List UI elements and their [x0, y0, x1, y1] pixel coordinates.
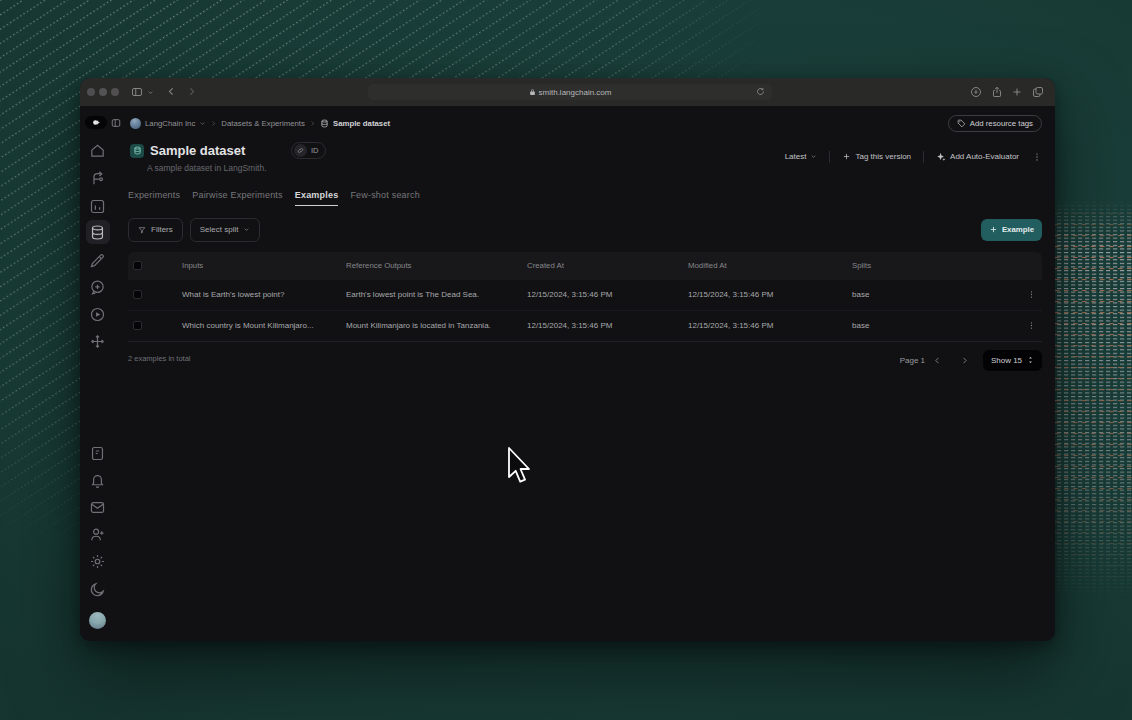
breadcrumb-separator-icon — [210, 120, 217, 127]
app-content: LangChain Inc Datasets & Experiments — [80, 106, 1055, 641]
dataset-id-pill[interactable]: ID — [291, 142, 326, 159]
breadcrumb: LangChain Inc Datasets & Experiments — [128, 115, 1042, 132]
refresh-icon[interactable] — [756, 87, 765, 96]
breadcrumb-section[interactable]: Datasets & Experiments — [221, 119, 305, 128]
col-inputs[interactable]: Inputs — [182, 261, 346, 270]
select-split-dropdown[interactable]: Select split — [190, 218, 261, 242]
share-icon[interactable] — [991, 86, 1003, 98]
cell-splits: base — [852, 290, 869, 299]
url-text: smith.langchain.com — [539, 88, 612, 97]
sidebar-item-docs[interactable] — [89, 445, 106, 462]
forward-button[interactable] — [186, 86, 197, 97]
lock-icon — [529, 88, 536, 96]
sidebar-toggle-icon[interactable] — [131, 86, 143, 98]
sidebar-item-invite[interactable] — [89, 526, 106, 543]
page-title: Sample dataset — [150, 143, 245, 158]
sidebar-item-deployments[interactable] — [89, 333, 106, 350]
sidebar-item-settings[interactable] — [89, 553, 106, 570]
col-modified-at[interactable]: Modified At — [688, 261, 852, 270]
breadcrumb-separator-icon — [309, 120, 316, 127]
cell-splits: base — [852, 321, 869, 330]
window-zoom-button[interactable] — [111, 88, 119, 96]
sidebar-item-home[interactable] — [89, 142, 106, 159]
org-chevron-icon[interactable] — [199, 120, 206, 127]
cell-input: Which country is Mount Kilimanjaro... — [182, 321, 346, 330]
cell-input: What is Earth's lowest point? — [182, 290, 346, 299]
col-splits[interactable]: Splits — [852, 261, 1042, 270]
back-button[interactable] — [166, 86, 177, 97]
sidebar-item-projects[interactable] — [89, 170, 106, 187]
sidebar-item-playground[interactable] — [89, 306, 106, 323]
page-subtitle: A sample dataset in LangSmith. — [147, 163, 1042, 173]
table-row[interactable]: Which country is Mount Kilimanjaro... Mo… — [128, 311, 1042, 342]
window-close-button[interactable] — [87, 88, 95, 96]
more-options-button[interactable] — [1032, 152, 1042, 162]
app-sidebar — [80, 106, 123, 641]
breadcrumb-org[interactable]: LangChain Inc — [145, 119, 195, 128]
browser-window: smith.langchain.com — [80, 78, 1055, 641]
link-icon — [294, 144, 307, 157]
cell-created-at: 12/15/2024, 3:15:46 PM — [527, 290, 688, 299]
sidebar-item-annotation[interactable] — [89, 252, 106, 269]
cell-modified-at: 12/15/2024, 3:15:46 PM — [688, 290, 852, 299]
address-bar[interactable]: smith.langchain.com — [368, 84, 772, 100]
sidebar-item-theme[interactable] — [89, 581, 106, 598]
examples-total: 2 examples in total — [128, 354, 191, 363]
col-created-at[interactable]: Created At — [527, 261, 688, 270]
add-example-button[interactable]: Example — [981, 219, 1042, 241]
cell-created-at: 12/15/2024, 3:15:46 PM — [527, 321, 688, 330]
add-resource-tags-button[interactable]: Add resource tags — [948, 115, 1042, 132]
tab-overview-icon[interactable] — [1032, 86, 1044, 98]
row-checkbox[interactable] — [133, 290, 142, 299]
downloads-icon[interactable] — [970, 86, 982, 98]
user-avatar[interactable] — [89, 612, 106, 629]
tab-experiments[interactable]: Experiments — [128, 190, 180, 206]
add-auto-evaluator-button[interactable]: Add Auto-Evaluator — [936, 152, 1019, 162]
tab-examples[interactable]: Examples — [295, 190, 339, 206]
mouse-cursor — [505, 446, 531, 486]
tab-few-shot-search[interactable]: Few-shot search — [350, 190, 420, 206]
id-label: ID — [311, 146, 319, 155]
table-footer: 2 examples in total Page 1 Show 15 — [128, 350, 1042, 371]
page-indicator: Page 1 — [900, 356, 925, 365]
cell-reference-output: Mount Kilimanjaro is located in Tanzania… — [346, 321, 527, 330]
version-dropdown[interactable]: Latest — [785, 152, 818, 161]
tab-pairwise-experiments[interactable]: Pairwise Experiments — [192, 190, 283, 206]
tab-bar: Experiments Pairwise Experiments Example… — [128, 190, 1042, 206]
examples-table: Inputs Reference Outputs Created At Modi… — [128, 252, 1042, 342]
table-header-row: Inputs Reference Outputs Created At Modi… — [128, 252, 1042, 280]
table-row[interactable]: What is Earth's lowest point? Earth's lo… — [128, 280, 1042, 311]
langsmith-logo[interactable] — [85, 116, 107, 129]
sidebar-item-monitoring[interactable] — [89, 198, 106, 215]
filters-button[interactable]: Filters — [128, 218, 183, 242]
main-panel: LangChain Inc Datasets & Experiments — [123, 106, 1055, 641]
browser-toolbar: smith.langchain.com — [80, 78, 1055, 106]
tag-icon — [957, 119, 966, 128]
next-page-button[interactable] — [960, 356, 969, 365]
chevron-down-icon[interactable] — [147, 89, 154, 96]
breadcrumb-page: Sample dataset — [333, 119, 390, 128]
org-avatar — [130, 118, 141, 129]
select-all-checkbox[interactable] — [133, 261, 142, 270]
sidebar-item-datasets[interactable] — [86, 220, 110, 244]
database-icon — [320, 119, 329, 128]
sidebar-collapse-icon[interactable] — [111, 118, 121, 128]
cell-modified-at: 12/15/2024, 3:15:46 PM — [688, 321, 852, 330]
tag-version-button[interactable]: Tag this version — [842, 152, 911, 161]
prev-page-button[interactable] — [933, 356, 942, 365]
window-minimize-button[interactable] — [99, 88, 107, 96]
sidebar-item-mail[interactable] — [89, 499, 106, 516]
dataset-icon — [130, 144, 144, 158]
new-tab-icon[interactable] — [1011, 86, 1023, 98]
sidebar-item-prompts[interactable] — [89, 279, 106, 296]
col-reference-outputs[interactable]: Reference Outputs — [346, 261, 527, 270]
page-size-select[interactable]: Show 15 — [983, 350, 1042, 371]
filter-toolbar: Filters Select split Example — [128, 218, 1042, 242]
row-checkbox[interactable] — [133, 321, 142, 330]
sidebar-item-notifications[interactable] — [89, 472, 106, 489]
row-menu-button[interactable] — [1027, 321, 1036, 330]
row-menu-button[interactable] — [1027, 290, 1036, 299]
cell-reference-output: Earth's lowest point is The Dead Sea. — [346, 290, 527, 299]
